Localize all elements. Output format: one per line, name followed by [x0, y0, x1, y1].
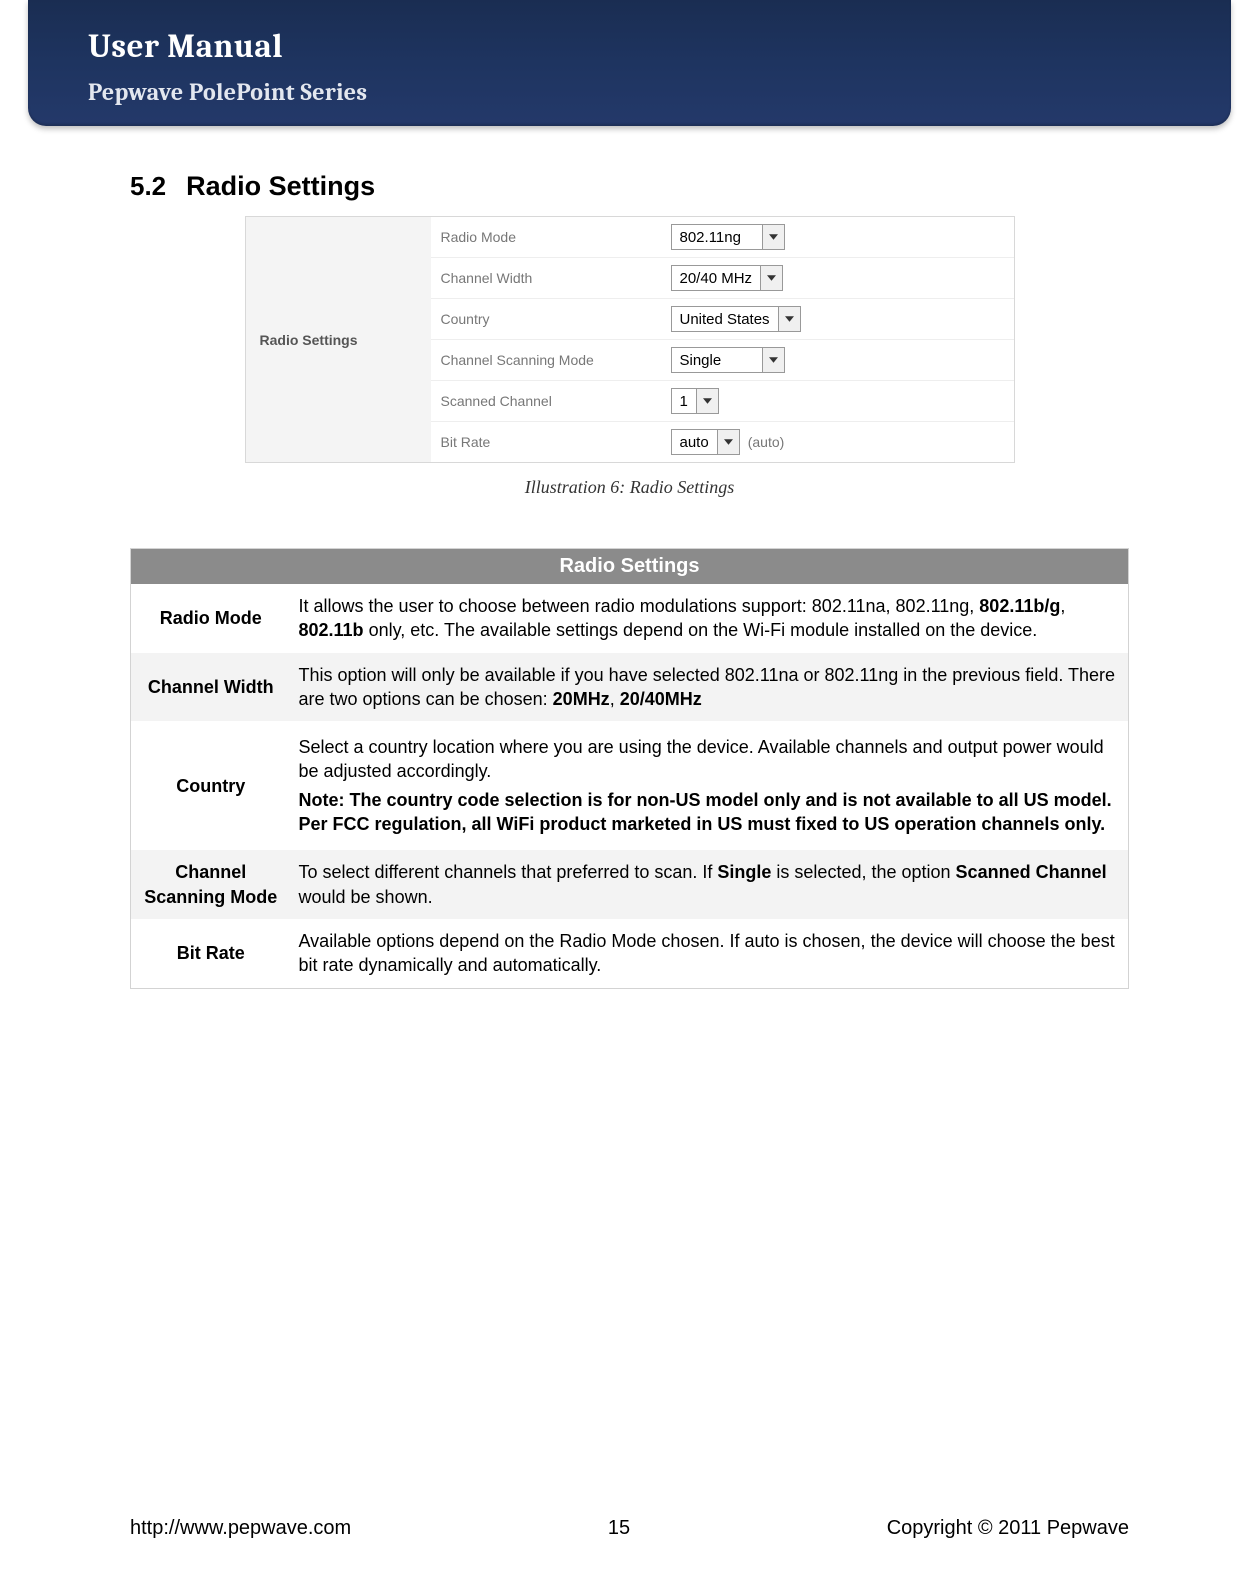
doc-banner: User Manual Pepwave PolePoint Series [28, 0, 1231, 126]
term-bit-rate: Bit Rate [131, 919, 291, 988]
table-row: Radio Mode It allows the user to choose … [131, 584, 1129, 653]
row-channel-width: Channel Width 20/40 MHz [431, 258, 1014, 299]
table-row: Bit Rate Available options depend on the… [131, 919, 1129, 988]
label-country: Country [441, 311, 671, 327]
select-value: Single [672, 352, 762, 369]
term-scan-mode: Channel Scanning Mode [131, 850, 291, 919]
select-value: 1 [672, 393, 696, 410]
page-number: 15 [608, 1517, 630, 1540]
section-title: Radio Settings [186, 171, 375, 202]
panel-side-label: Radio Settings [246, 217, 431, 462]
desc-radio-mode: It allows the user to choose between rad… [291, 584, 1129, 653]
term-radio-mode: Radio Mode [131, 584, 291, 653]
chevron-down-icon [778, 307, 800, 331]
label-radio-mode: Radio Mode [441, 229, 671, 245]
chevron-down-icon [762, 225, 784, 249]
chevron-down-icon [717, 430, 739, 454]
select-country[interactable]: United States [671, 306, 801, 332]
doc-subtitle: Pepwave PolePoint Series [88, 78, 1171, 106]
chevron-down-icon [696, 389, 718, 413]
select-radio-mode[interactable]: 802.11ng [671, 224, 785, 250]
illustration-caption: Illustration 6: Radio Settings [130, 477, 1129, 498]
row-scan-mode: Channel Scanning Mode Single [431, 340, 1014, 381]
term-channel-width: Channel Width [131, 653, 291, 722]
table-row: Country Select a country location where … [131, 721, 1129, 850]
row-country: Country United States [431, 299, 1014, 340]
footer-url: http://www.pepwave.com [130, 1517, 351, 1540]
table-row: Channel Scanning Mode To select differen… [131, 850, 1129, 919]
select-bit-rate[interactable]: auto [671, 429, 740, 455]
select-scanned-channel[interactable]: 1 [671, 388, 719, 414]
select-value: auto [672, 434, 717, 451]
desc-bit-rate: Available options depend on the Radio Mo… [291, 919, 1129, 988]
page-footer: http://www.pepwave.com 15 Copyright © 20… [0, 1517, 1259, 1540]
chevron-down-icon [762, 348, 784, 372]
desc-country: Select a country location where you are … [291, 721, 1129, 850]
select-value: 20/40 MHz [672, 270, 761, 287]
term-country: Country [131, 721, 291, 850]
label-bit-rate: Bit Rate [441, 434, 671, 450]
label-scanned-channel: Scanned Channel [441, 393, 671, 409]
label-channel-width: Channel Width [441, 270, 671, 286]
select-value: 802.11ng [672, 229, 762, 246]
bit-rate-hint: (auto) [748, 434, 785, 450]
select-value: United States [672, 311, 778, 328]
section-number: 5.2 [130, 171, 166, 202]
desc-channel-width: This option will only be available if yo… [291, 653, 1129, 722]
select-scan-mode[interactable]: Single [671, 347, 785, 373]
row-scanned-channel: Scanned Channel 1 [431, 381, 1014, 422]
desc-table-header: Radio Settings [131, 549, 1129, 585]
chevron-down-icon [760, 266, 782, 290]
desc-table: Radio Settings Radio Mode It allows the … [130, 548, 1129, 989]
doc-title: User Manual [88, 28, 1171, 66]
section-heading: 5.2 Radio Settings [130, 171, 1129, 202]
label-scan-mode: Channel Scanning Mode [441, 352, 671, 368]
radio-settings-panel: Radio Settings Radio Mode 802.11ng Chann… [245, 216, 1015, 463]
select-channel-width[interactable]: 20/40 MHz [671, 265, 784, 291]
table-row: Channel Width This option will only be a… [131, 653, 1129, 722]
row-radio-mode: Radio Mode 802.11ng [431, 217, 1014, 258]
row-bit-rate: Bit Rate auto (auto) [431, 422, 1014, 462]
desc-scan-mode: To select different channels that prefer… [291, 850, 1129, 919]
page-content: 5.2 Radio Settings Radio Settings Radio … [0, 126, 1259, 989]
footer-copyright: Copyright © 2011 Pepwave [887, 1517, 1129, 1540]
